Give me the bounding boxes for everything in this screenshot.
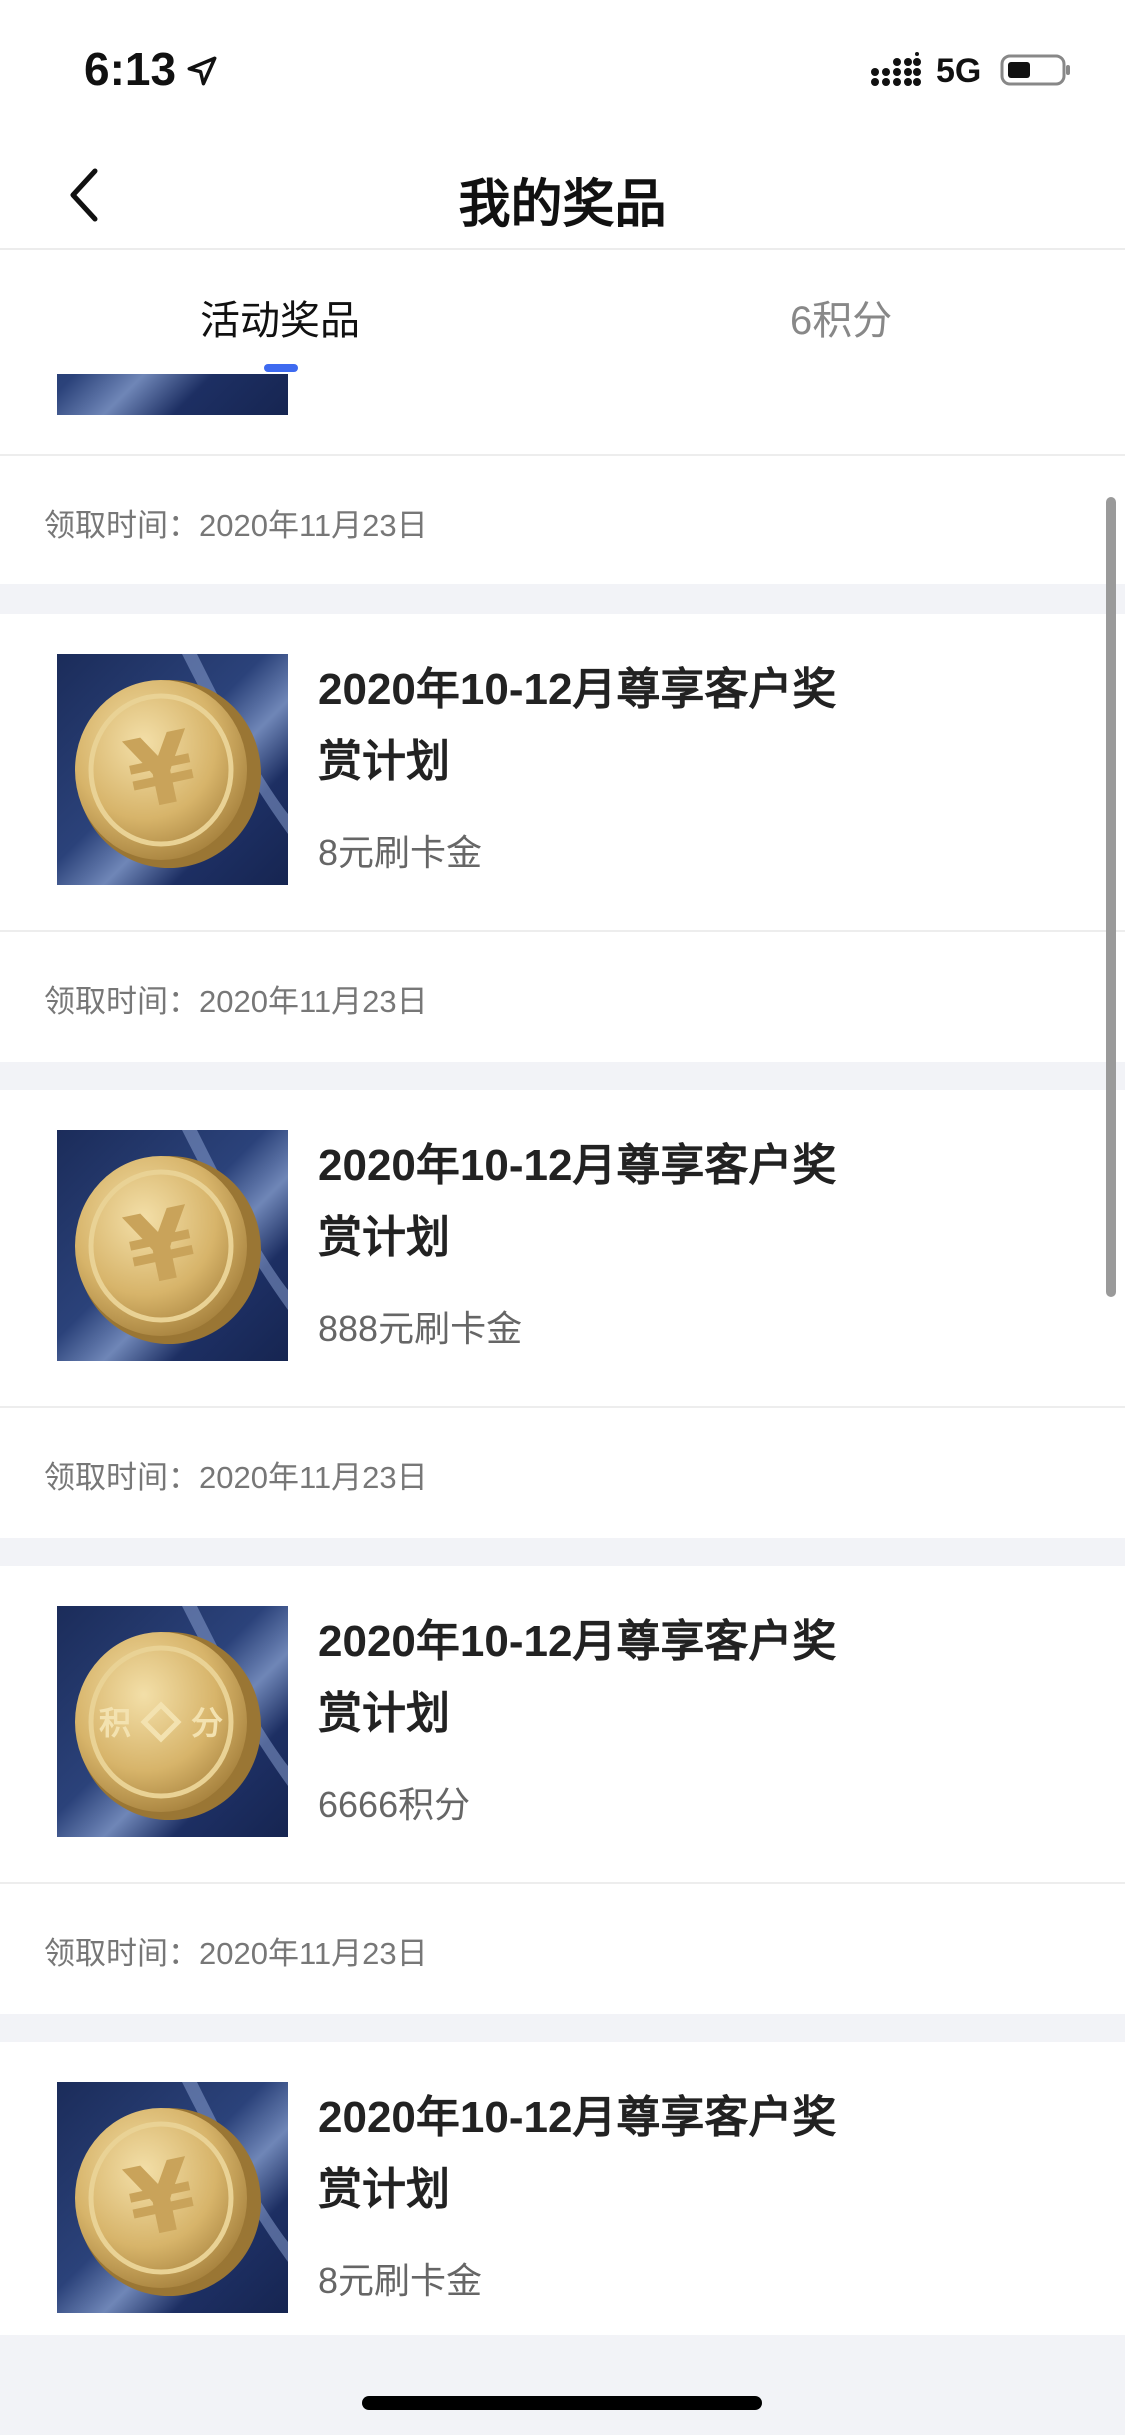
tab-points[interactable]: 6积分 (790, 288, 892, 346)
status-time: 6:13 (84, 43, 177, 95)
prize-reward: 888元刷卡金 (318, 1308, 523, 1349)
claim-time: 领取时间：2020年11月23日 (44, 984, 428, 1019)
divider (0, 1406, 1125, 1408)
signal-icon (871, 52, 921, 86)
prize-title: 2020年10-12月尊享客户奖赏计划 (318, 1141, 837, 1262)
tab-activity-prizes[interactable]: 活动奖品 (200, 288, 360, 346)
nav-bar: 我的奖品 (0, 140, 1125, 250)
home-bar-area (0, 2335, 1125, 2435)
divider (0, 1882, 1125, 1884)
prize-title: 2020年10-12月尊享客户奖赏计划 (318, 665, 837, 786)
coin-yuan-image: ¥ (57, 654, 288, 885)
svg-text:积: 积 (99, 1704, 131, 1742)
prize-reward: 8元刷卡金 (318, 2260, 483, 2301)
claim-time: 领取时间：2020年11月23日 (44, 508, 428, 543)
list-item[interactable]: 积 分 2020年10-12月尊享客户奖赏计划 6666积分 领取时间：2020… (0, 1566, 1125, 2014)
list-item[interactable]: ¥ 2020年10-12月尊享客户奖赏计划 8元刷卡金 (0, 2042, 1125, 2335)
prize-reward: 8元刷卡金 (318, 832, 483, 873)
prize-title: 2020年10-12月尊享客户奖赏计划 (318, 2093, 837, 2214)
prize-reward: 6666积分 (318, 1784, 471, 1825)
prize-thumbnail (57, 374, 288, 415)
tab-indicator (264, 364, 298, 372)
svg-text:分: 分 (191, 1704, 223, 1742)
list-item[interactable]: ¥ 2020年10-12月尊享客户奖赏计划 8元刷卡金 领取时间：2020年11… (0, 614, 1125, 1062)
location-arrow-icon (187, 56, 217, 86)
coin-points-image: 积 分 (57, 1606, 288, 1837)
status-bar: 6:13 5G (0, 0, 1125, 140)
prize-title: 2020年10-12月尊享客户奖赏计划 (318, 1617, 837, 1738)
claim-time: 领取时间：2020年11月23日 (44, 1936, 428, 1971)
list-item[interactable]: ¥ 2020年10-12月尊享客户奖赏计划 888元刷卡金 领取时间：2020年… (0, 1090, 1125, 1538)
home-indicator[interactable] (362, 2396, 762, 2410)
coin-yuan-image: ¥ (57, 1130, 288, 1361)
list-item[interactable]: 领取时间：2020年11月23日 (0, 374, 1125, 584)
claim-time: 领取时间：2020年11月23日 (44, 1460, 428, 1495)
tab-bar: 活动奖品 6积分 (0, 252, 1125, 374)
battery-icon (1000, 54, 1070, 86)
coin-yuan-image: ¥ (57, 2082, 288, 2313)
prize-list[interactable]: 领取时间：2020年11月23日 ¥ 2020年10-12月尊享客户奖赏计划 8… (0, 374, 1125, 2335)
divider (0, 454, 1125, 456)
scrollbar[interactable] (1106, 497, 1116, 1297)
network-label: 5G (936, 52, 982, 90)
divider (0, 930, 1125, 932)
page-title: 我的奖品 (458, 176, 667, 234)
